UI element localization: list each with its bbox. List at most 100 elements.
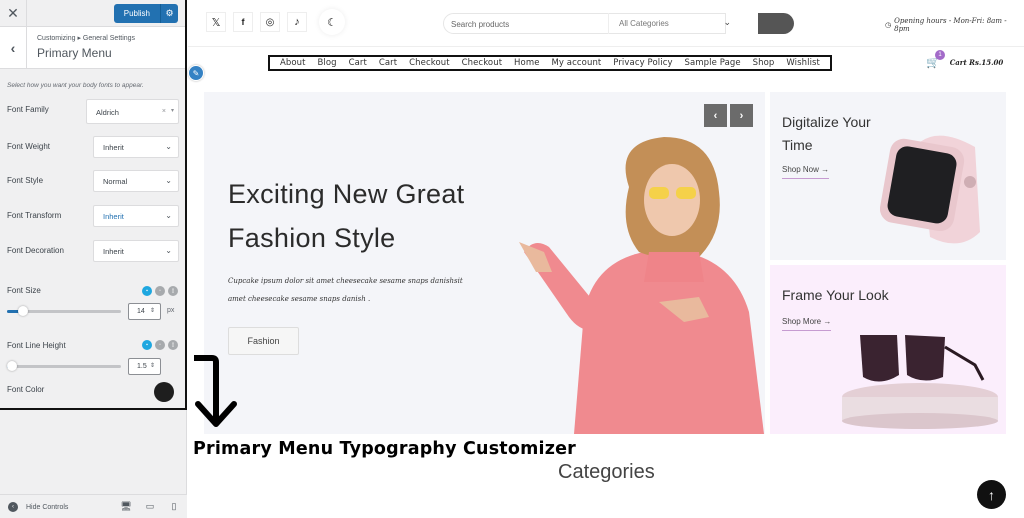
slider-handle[interactable] <box>18 306 28 316</box>
menu-item[interactable]: Cart <box>379 58 397 68</box>
font-weight-label: Font Weight <box>7 142 50 151</box>
hero-title: Exciting New Great Fashion Style <box>228 179 465 253</box>
font-transform-label: Font Transform <box>7 211 62 220</box>
mobile-preview-icon[interactable]: ▯ <box>169 501 179 512</box>
font-family-value: Aldrich <box>96 108 119 117</box>
panel-title: Primary Menu <box>37 46 112 60</box>
opening-hours: ◷ Opening hours - Mon-Fri: 8am - 8pm <box>885 17 1024 33</box>
tablet-device-icon[interactable]: ▫ <box>155 340 165 350</box>
customizer-footer: ‹ Hide Controls 🖥 ▭ ▯ <box>0 494 187 518</box>
promo-card-watch[interactable]: Digitalize Your Time Shop Now → <box>770 92 1006 260</box>
arrow-up-icon: ↑ <box>988 486 995 503</box>
publish-settings-button[interactable]: ⚙ <box>160 4 178 23</box>
font-style-value: Normal <box>103 177 128 186</box>
mobile-device-icon[interactable]: ▯ <box>168 340 178 350</box>
spinner-icon[interactable]: ⇕ <box>150 307 155 314</box>
menu-item[interactable]: About <box>280 58 306 68</box>
line-height-slider[interactable] <box>7 361 121 371</box>
clear-icon[interactable]: × <box>162 108 166 115</box>
customizer-sidebar: ✕ Publish ⚙ ‹ Customizing ▸ General Sett… <box>0 0 187 518</box>
annotation-arrow-icon <box>194 355 237 427</box>
slider-next-button[interactable]: › <box>730 104 753 127</box>
hero-slider: Exciting New Great Fashion Style Cupcake… <box>204 92 765 434</box>
tablet-preview-icon[interactable]: ▭ <box>145 501 155 512</box>
opening-hours-text: Opening hours - Mon-Fri: 8am - 8pm <box>894 17 1007 33</box>
hide-controls-label: Hide Controls <box>26 503 69 511</box>
dropdown-icon: ▾ <box>170 108 174 114</box>
menu-item[interactable]: My account <box>551 58 601 68</box>
publish-button[interactable]: Publish <box>113 4 160 23</box>
font-style-select[interactable]: Normal ⌄ <box>93 170 179 192</box>
menu-item[interactable]: Wishlist <box>786 58 820 68</box>
desktop-device-icon[interactable]: ▪ <box>142 340 152 350</box>
menu-item[interactable]: Checkout <box>462 58 503 68</box>
hide-controls-button[interactable]: ‹ Hide Controls <box>8 502 68 512</box>
menu-item[interactable]: Shop <box>753 58 775 68</box>
scroll-to-top-button[interactable]: ↑ <box>977 480 1006 509</box>
chevron-left-icon: ‹ <box>10 40 16 56</box>
instagram-icon[interactable]: ◎ <box>260 12 280 32</box>
hero-model-image <box>519 137 764 434</box>
cart-link[interactable]: 🛒 1 Cart Rs.15.00 <box>926 50 1004 69</box>
font-decoration-label: Font Decoration <box>7 246 64 255</box>
font-family-select[interactable]: Aldrich × ▾ <box>86 99 179 124</box>
slider-handle[interactable] <box>7 361 17 371</box>
font-color-picker[interactable] <box>154 382 174 402</box>
smartwatch-image <box>880 135 980 244</box>
promo-card-sunglasses[interactable]: Frame Your Look Shop More → <box>770 265 1006 434</box>
mobile-device-icon[interactable]: ▯ <box>168 286 178 296</box>
category-select[interactable]: All Categories ⌄ <box>608 13 758 34</box>
annotation-caption: Primary Menu Typography Customizer <box>193 439 577 459</box>
font-size-value: 14 <box>137 308 145 315</box>
cart-total: Cart Rs.15.00 <box>949 58 1004 67</box>
font-family-label: Font Family <box>7 105 49 114</box>
font-transform-row: Font Transform Inherit ⌄ <box>7 205 179 229</box>
menu-item[interactable]: Privacy Policy <box>613 58 672 68</box>
shop-more-link[interactable]: Shop More → <box>782 317 832 331</box>
close-customizer-button[interactable]: ✕ <box>0 0 27 27</box>
menu-item[interactable]: Sample Page <box>684 58 740 68</box>
menu-item[interactable]: Checkout <box>409 58 450 68</box>
slider-prev-button[interactable]: ‹ <box>704 104 727 127</box>
tablet-device-icon[interactable]: ▫ <box>155 286 165 296</box>
publish-group: Publish ⚙ <box>113 4 178 23</box>
font-size-device-switcher: ▪ ▫ ▯ <box>142 286 178 296</box>
dark-mode-toggle-moon-icon[interactable]: ☾ <box>319 9 345 35</box>
x-twitter-icon[interactable]: 𝕏 <box>206 12 226 32</box>
chevron-down-icon: ⌄ <box>165 176 172 185</box>
customizer-panel: ✕ Publish ⚙ ‹ Customizing ▸ General Sett… <box>0 0 187 410</box>
font-decoration-row: Font Decoration Inherit ⌄ <box>7 240 179 264</box>
edit-shortcut-pencil-icon[interactable]: ✎ <box>188 65 204 81</box>
hero-text: Cupcake ipsum dolor sit amet cheesecake … <box>228 277 463 303</box>
primary-menu: About Blog Cart Cart Checkout Checkout Home My … <box>268 55 832 71</box>
desktop-preview-icon[interactable]: 🖥 <box>120 501 131 512</box>
font-line-height-label: Font Line Height <box>7 341 66 350</box>
font-weight-select[interactable]: Inherit ⌄ <box>93 136 179 158</box>
font-transform-select[interactable]: Inherit ⌄ <box>93 205 179 227</box>
font-size-slider[interactable] <box>7 306 121 316</box>
font-transform-value: Inherit <box>103 212 124 221</box>
close-icon: ✕ <box>7 5 19 21</box>
line-height-value: 1.5 <box>137 363 147 370</box>
facebook-icon[interactable]: f <box>233 12 253 32</box>
menu-item[interactable]: Cart <box>349 58 367 68</box>
promo-title: Frame Your Look <box>782 287 889 303</box>
panel-description: Select how you want your body fonts to a… <box>7 82 144 89</box>
shop-now-link[interactable]: Shop Now → <box>782 165 830 179</box>
line-height-input[interactable]: 1.5 ⇕ <box>128 358 161 375</box>
preview-device-buttons: 🖥 ▭ ▯ <box>120 501 179 512</box>
menu-item[interactable]: Blog <box>317 58 336 68</box>
back-button[interactable]: ‹ <box>0 27 27 69</box>
line-height-device-switcher: ▪ ▫ ▯ <box>142 340 178 350</box>
category-select-value: All Categories <box>619 19 669 28</box>
search-button[interactable] <box>758 13 794 34</box>
spinner-icon[interactable]: ⇕ <box>150 362 155 369</box>
font-size-input[interactable]: 14 ⇕ <box>128 303 161 320</box>
sunglasses-image <box>842 335 998 429</box>
font-decoration-select[interactable]: Inherit ⌄ <box>93 240 179 262</box>
hero-fashion-button[interactable]: Fashion <box>228 327 299 355</box>
tiktok-icon[interactable]: ♪ <box>287 12 307 32</box>
menu-item[interactable]: Home <box>514 58 540 68</box>
font-color-label: Font Color <box>7 385 45 394</box>
desktop-device-icon[interactable]: ▪ <box>142 286 152 296</box>
